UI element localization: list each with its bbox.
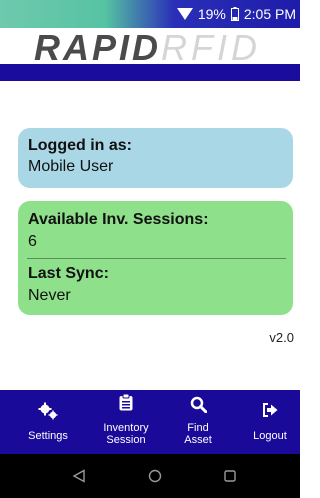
home-icon[interactable] — [148, 469, 162, 483]
sessions-card: Available Inv. Sessions: 6 Last Sync: Ne… — [18, 201, 293, 315]
battery-icon — [230, 7, 239, 21]
status-indicators: 19% 2:05 PM — [176, 4, 296, 24]
status-bar: 19% 2:05 PM — [0, 0, 300, 28]
sessions-label: Available Inv. Sessions: — [28, 211, 209, 228]
logo-rfid: RFID — [161, 27, 262, 68]
system-nav-bar — [0, 454, 300, 498]
search-icon — [190, 396, 207, 413]
header-band — [0, 64, 300, 81]
inventory-label-line1: Inventory — [103, 422, 149, 434]
card-divider — [27, 258, 286, 259]
recents-icon[interactable] — [224, 470, 236, 482]
settings-label: Settings — [28, 430, 68, 442]
logo-rapid: RAPID — [34, 27, 162, 68]
logged-in-card: Logged in as: Mobile User — [18, 128, 293, 188]
settings-button[interactable]: Settings — [20, 390, 76, 454]
clipboard-icon — [119, 394, 133, 411]
wifi-icon — [176, 8, 193, 20]
logout-icon — [263, 403, 278, 417]
bottom-nav: Settings Inventory Session Find Asset Lo… — [0, 390, 300, 454]
find-asset-label-line2: Asset — [184, 434, 212, 446]
logged-in-user: Mobile User — [28, 158, 114, 175]
version-label: v2.0 — [269, 330, 294, 345]
sessions-value: 6 — [28, 233, 37, 250]
header: RAPIDRFID — [0, 27, 300, 68]
logged-in-label: Logged in as: — [28, 137, 132, 154]
rapid-rfid-logo: RAPIDRFID — [34, 27, 261, 69]
battery-percent: 19% — [197, 6, 226, 22]
find-asset-button[interactable]: Find Asset — [175, 390, 221, 454]
logout-button[interactable]: Logout — [246, 390, 294, 454]
last-sync-label: Last Sync: — [28, 265, 109, 282]
cogs-icon — [38, 402, 58, 420]
inventory-label-line2: Session — [106, 434, 146, 446]
back-icon[interactable] — [72, 469, 86, 483]
inventory-session-button[interactable]: Inventory Session — [94, 390, 158, 454]
last-sync-value: Never — [28, 287, 71, 304]
find-asset-label-line1: Find — [187, 422, 209, 434]
clock: 2:05 PM — [243, 6, 296, 22]
logout-label: Logout — [253, 430, 287, 442]
